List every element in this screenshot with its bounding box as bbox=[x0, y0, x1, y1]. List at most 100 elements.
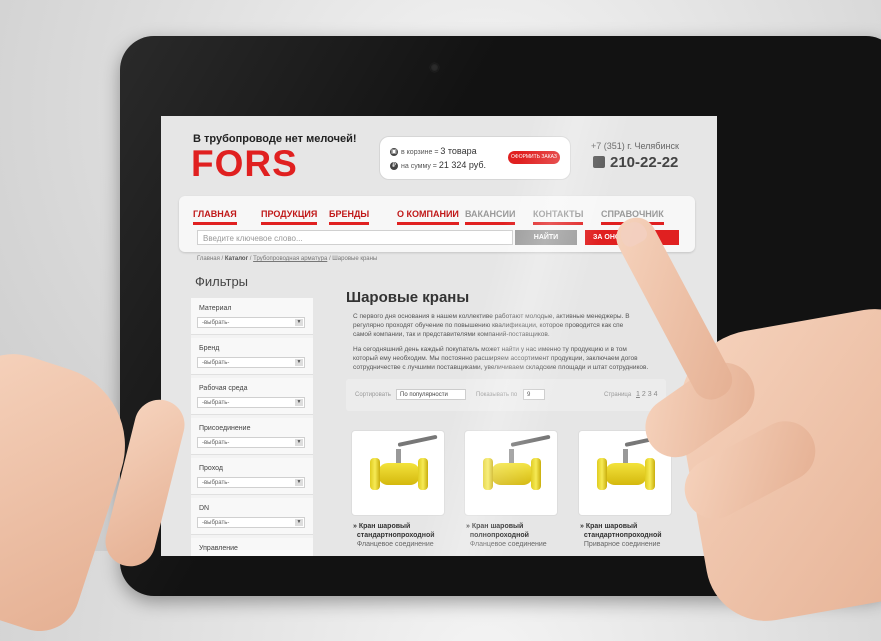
filter-select[interactable]: -выбрать- ▼ bbox=[197, 397, 305, 408]
chevron-down-icon: ▼ bbox=[295, 439, 303, 446]
product-title[interactable]: » Кран шаровый стандартнопроходной Прива… bbox=[580, 522, 662, 549]
filter-select-value: -выбрать- bbox=[202, 520, 230, 526]
page-link[interactable]: 3 bbox=[648, 391, 652, 398]
ball-valve-image bbox=[597, 434, 665, 491]
phone-number-text: 210-22-22 bbox=[610, 154, 679, 171]
pagination: 1 2 3 4 bbox=[636, 391, 657, 398]
filter-label: Материал bbox=[199, 305, 232, 312]
page-size-label: Показывать по bbox=[476, 392, 518, 398]
cart-sum-value: 21 324 руб. bbox=[438, 160, 487, 170]
page-link[interactable]: 4 bbox=[654, 391, 658, 398]
filter-select-value: -выбрать- bbox=[202, 480, 230, 486]
filter-select-value: -выбрать- bbox=[202, 400, 230, 406]
checkout-button[interactable]: ОФОРМИТЬ ЗАКАЗ bbox=[508, 151, 560, 164]
text-line: На сегодняшний день каждый покупатель мо… bbox=[353, 346, 627, 353]
nav-item-brands[interactable]: БРЕНДЫ bbox=[329, 209, 370, 225]
page-title: Шаровые краны bbox=[346, 289, 470, 306]
cart-sum-row: ₽ на сумму = 21 324 руб. bbox=[390, 160, 487, 171]
chevron-down-icon: ▼ bbox=[295, 319, 303, 326]
page-size-select[interactable]: 9 bbox=[523, 389, 545, 400]
filter-label: Присоединение bbox=[199, 425, 251, 432]
product-name: Кран шаровый bbox=[471, 523, 524, 530]
product-title[interactable]: » Кран шаровый стандартнопроходной Фланц… bbox=[353, 522, 435, 549]
breadcrumb-catalog[interactable]: Каталог bbox=[225, 256, 248, 262]
cart-widget: ▣ в корзине = 3 товара ₽ на сумму = 21 324… bbox=[379, 136, 571, 180]
breadcrumb: Главная / Каталог / Трубопроводная армат… bbox=[197, 256, 378, 262]
phone-city: +7 (351) г. Челябинск bbox=[591, 141, 679, 151]
filter-select[interactable]: -выбрать- ▼ bbox=[197, 357, 305, 368]
ball-valve-image bbox=[483, 434, 551, 491]
ruble-icon: ₽ bbox=[390, 162, 398, 171]
text-line: сотрудничестве с лучшими поставщиками, у… bbox=[353, 364, 649, 371]
filter-passage: Проход -выбрать- ▼ bbox=[191, 458, 313, 495]
filter-select-value: -выбрать- bbox=[202, 360, 230, 366]
phone-number[interactable]: 210-22-22 bbox=[593, 154, 678, 171]
product-subtitle: Фланцевое соединение bbox=[356, 541, 434, 548]
filter-label: DN bbox=[199, 505, 210, 512]
chevron-down-icon: ▼ bbox=[295, 479, 303, 486]
text-line: С первого дня основания в нашем коллекти… bbox=[353, 313, 630, 320]
filter-material: Материал -выбрать- ▼ bbox=[191, 298, 313, 335]
product-subtitle: Приварное соединение bbox=[583, 541, 661, 548]
cart-items-label: в корзине bbox=[401, 149, 433, 156]
page-link[interactable]: 2 bbox=[642, 391, 646, 398]
nav-item-vacancies[interactable]: ВАКАНСИИ bbox=[465, 209, 516, 225]
product-name: Кран шаровый bbox=[358, 523, 411, 530]
breadcrumb-section[interactable]: Трубопроводная арматура bbox=[253, 256, 327, 262]
breadcrumb-current: / Шаровые краны bbox=[328, 256, 378, 262]
nav-item-products[interactable]: ПРОДУКЦИЯ bbox=[261, 209, 318, 225]
product-name: стандартнопроходной bbox=[583, 532, 662, 539]
filter-brand: Бренд -выбрать- ▼ bbox=[191, 338, 313, 375]
site-logo[interactable]: FORS bbox=[191, 144, 298, 184]
filter-select-value: -выбрать- bbox=[202, 320, 230, 326]
breadcrumb-home[interactable]: Главная / bbox=[197, 256, 223, 262]
search-button[interactable]: НАЙТИ bbox=[515, 230, 577, 245]
intro-paragraph-1: С первого дня основания в нашем коллекти… bbox=[353, 312, 673, 339]
chevron-down-icon: ▼ bbox=[295, 399, 303, 406]
pagination-label: Страница bbox=[604, 392, 632, 398]
product-name: полнопроходной bbox=[469, 532, 529, 539]
filter-select[interactable]: -выбрать- ▼ bbox=[197, 517, 305, 528]
page-size-value: 9 bbox=[527, 392, 531, 398]
chevron-down-icon: ▼ bbox=[295, 359, 303, 366]
product-card[interactable] bbox=[464, 430, 558, 516]
cart-items-row: ▣ в корзине = 3 товара bbox=[390, 146, 477, 157]
camera-icon bbox=[430, 63, 439, 72]
intro-paragraph-2: На сегодняшний день каждый покупатель мо… bbox=[353, 345, 673, 372]
product-subtitle: Фланцевое соединение bbox=[469, 541, 547, 548]
search-input[interactable]: Введите ключевое слово... bbox=[197, 230, 513, 245]
filter-control: Управление bbox=[191, 538, 313, 556]
filter-select[interactable]: -выбрать- ▼ bbox=[197, 477, 305, 488]
phone-icon bbox=[593, 156, 605, 168]
filter-label: Проход bbox=[199, 465, 223, 472]
ball-valve-image bbox=[370, 434, 438, 491]
filter-medium: Рабочая среда -выбрать- ▼ bbox=[191, 378, 313, 415]
filter-connection: Присоединение -выбрать- ▼ bbox=[191, 418, 313, 455]
product-title[interactable]: » Кран шаровый полнопроходной Фланцевое … bbox=[466, 522, 547, 549]
sort-bar: Сортировать По популярности Показывать п… bbox=[346, 379, 666, 411]
text-line: регулярно проходят обучение по повышению… bbox=[353, 322, 624, 329]
filter-select[interactable]: -выбрать- ▼ bbox=[197, 317, 305, 328]
sort-select[interactable]: По популярности bbox=[396, 389, 466, 400]
sort-select-value: По популярности bbox=[400, 392, 448, 398]
text-line: который ему необходим. Мы постоянно расш… bbox=[353, 355, 638, 362]
page-link[interactable]: 1 bbox=[636, 391, 640, 398]
filter-select-value: -выбрать- bbox=[202, 440, 230, 446]
filter-select[interactable]: -выбрать- ▼ bbox=[197, 437, 305, 448]
filter-dn: DN -выбрать- ▼ bbox=[191, 498, 313, 535]
nav-item-home[interactable]: ГЛАВНАЯ bbox=[193, 209, 237, 225]
cart-items-value: 3 товара bbox=[440, 146, 477, 156]
filters-title: Фильтры bbox=[195, 274, 249, 289]
nav-item-about[interactable]: О КОМПАНИИ bbox=[397, 209, 459, 225]
basket-icon: ▣ bbox=[390, 148, 398, 157]
filter-label: Бренд bbox=[199, 345, 220, 352]
filters-panel: Материал -выбрать- ▼ Бренд -выбрать- ▼ Раб… bbox=[191, 298, 313, 556]
product-card[interactable] bbox=[351, 430, 445, 516]
sort-label: Сортировать bbox=[355, 392, 391, 398]
filter-label: Рабочая среда bbox=[199, 385, 248, 392]
product-name: Кран шаровый bbox=[585, 523, 638, 530]
fingernail bbox=[616, 217, 650, 250]
product-name: стандартнопроходной bbox=[356, 532, 435, 539]
nav-item-contacts[interactable]: КОНТАКТЫ bbox=[533, 209, 584, 225]
web-page: В трубопроводе нет мелочей! FORS ▣ в корз… bbox=[161, 116, 717, 556]
